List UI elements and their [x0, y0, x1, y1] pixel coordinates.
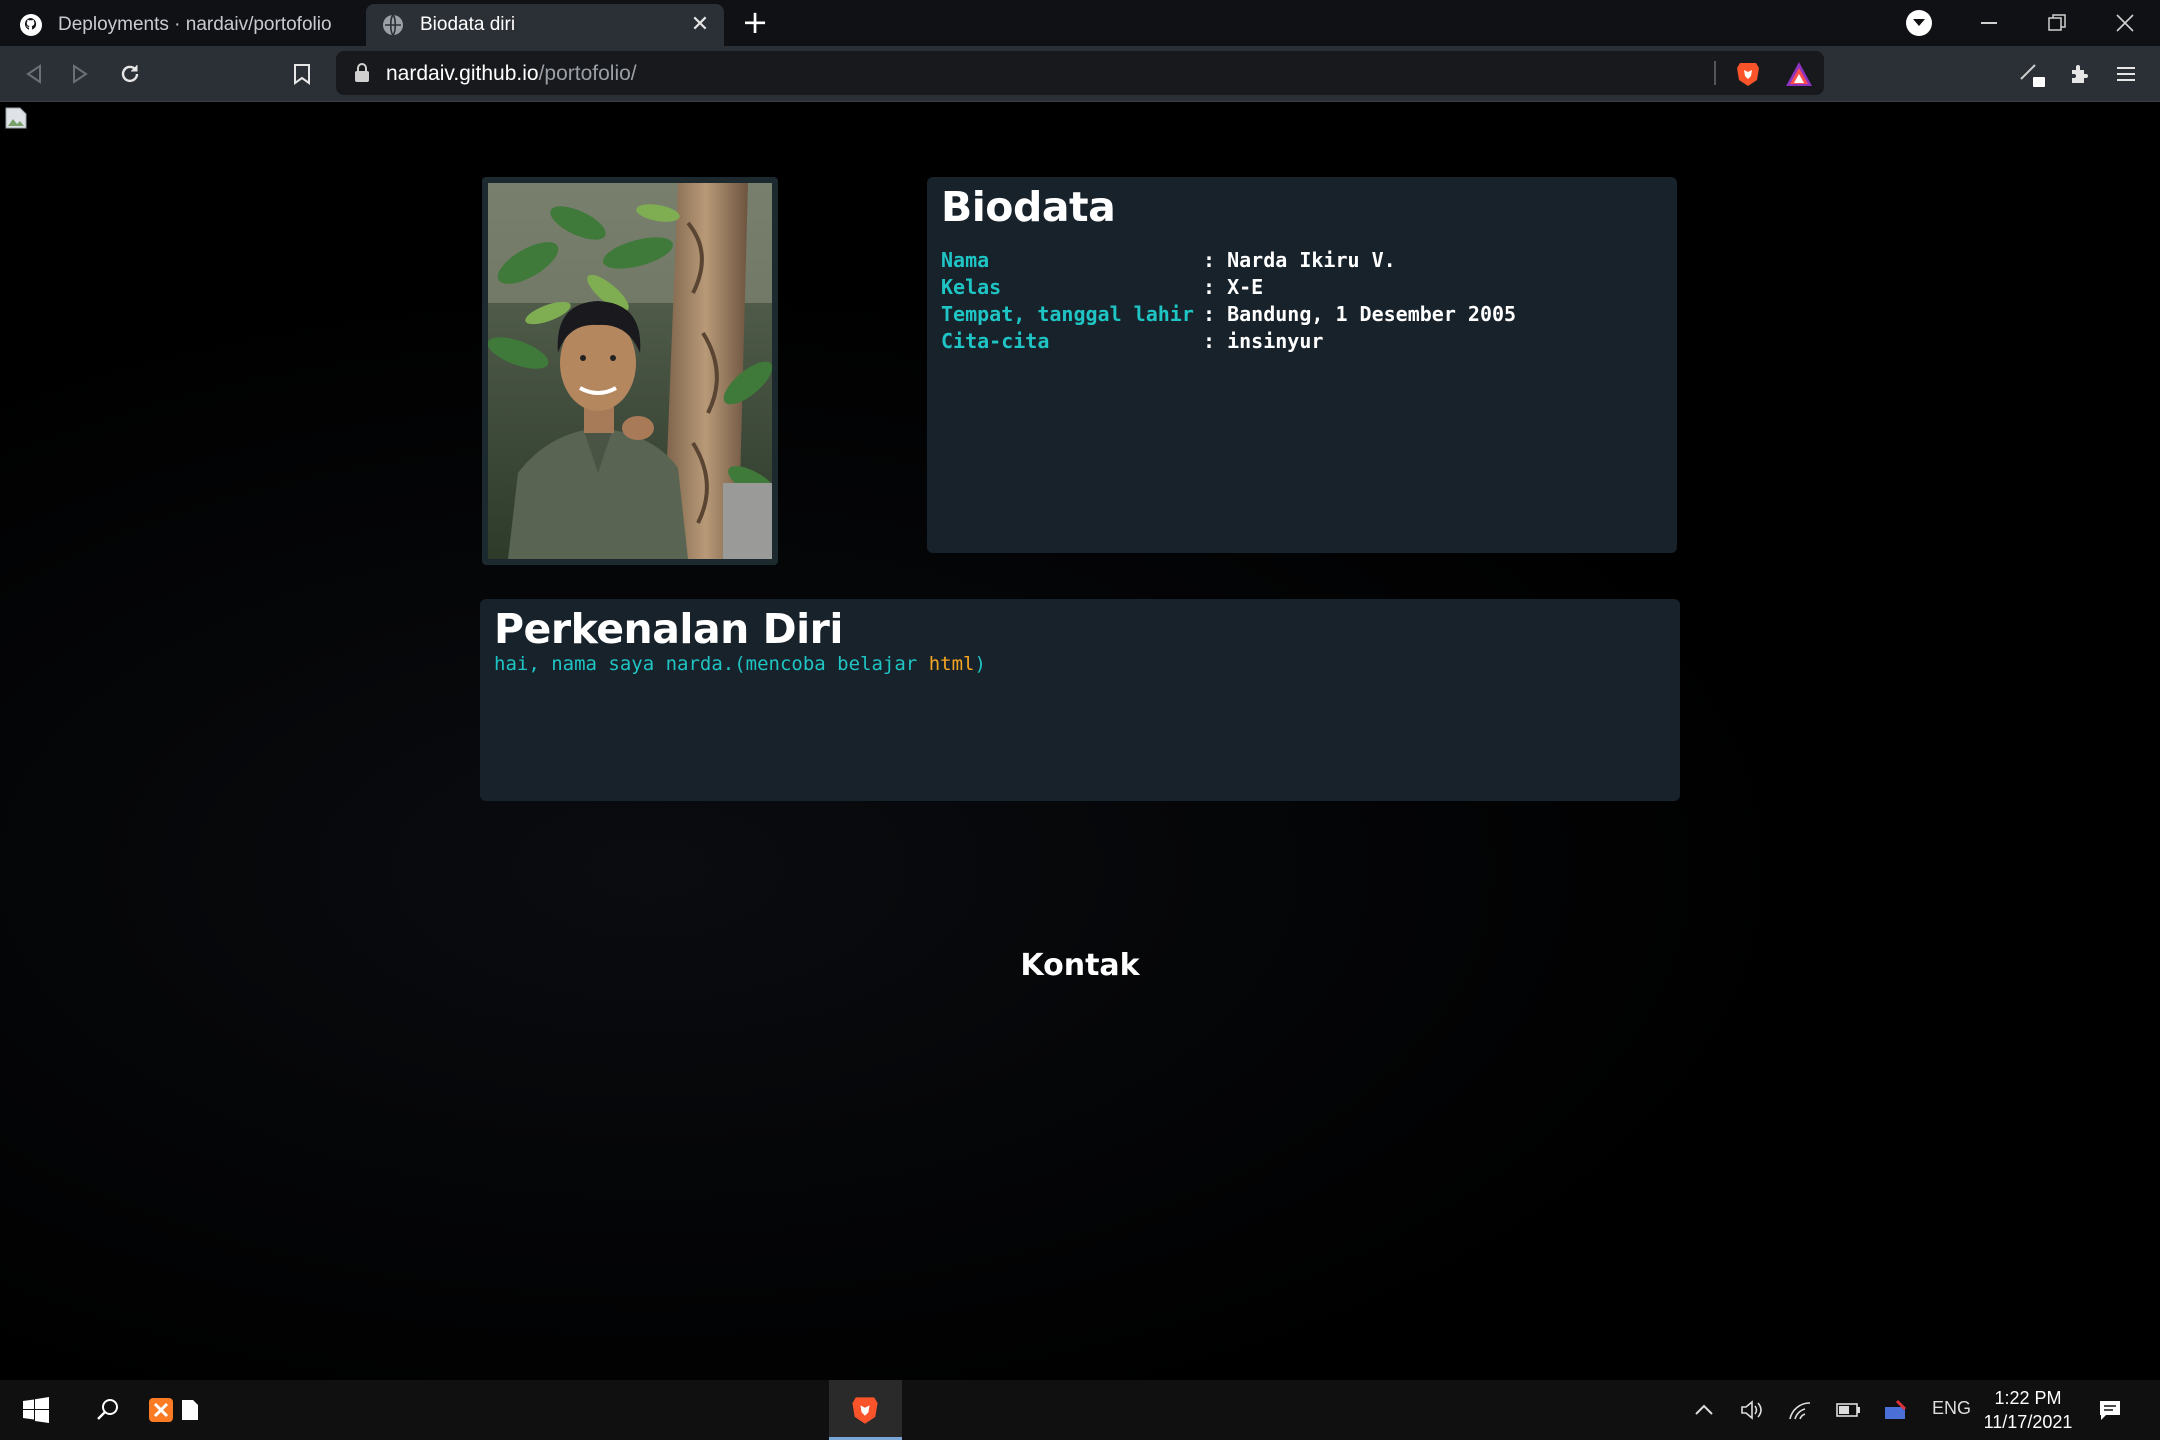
reload-icon[interactable]	[112, 56, 148, 92]
biodata-key: Kelas	[941, 275, 1002, 299]
volume-icon[interactable]	[1734, 1392, 1770, 1428]
new-tab-button[interactable]: +	[738, 6, 772, 40]
tab-biodata-diri[interactable]: Biodata diri ✕	[366, 4, 724, 46]
wifi-icon[interactable]	[1782, 1392, 1818, 1428]
globe-icon	[380, 12, 406, 38]
browser-tab-strip: Deployments · nardaiv/portofolio Biodata…	[0, 0, 2160, 46]
intro-text-highlight: html	[928, 653, 975, 675]
broken-image-icon	[4, 106, 28, 130]
clock-time: 1:22 PM	[1994, 1388, 2062, 1408]
url-path: /portofolio/	[538, 62, 637, 85]
brave-browser-icon	[847, 1392, 883, 1428]
introduction-card: Perkenalan Diri hai, nama saya narda.(me…	[480, 599, 1680, 801]
back-icon[interactable]	[16, 56, 52, 92]
menu-icon[interactable]	[2108, 56, 2144, 92]
network-alert-icon[interactable]	[1878, 1392, 1914, 1428]
windows-start-icon[interactable]	[18, 1392, 54, 1428]
introduction-text: hai, nama saya narda.(mencoba belajar ht…	[494, 653, 986, 675]
github-icon	[18, 12, 44, 38]
restore-icon[interactable]	[2024, 0, 2090, 46]
contact-heading: Kontak	[1020, 948, 1140, 983]
biodata-value: : Bandung, 1 Desember 2005	[1203, 302, 1517, 326]
introduction-title: Perkenalan Diri	[494, 605, 843, 653]
biodata-row-kelas: Kelas : X-E	[941, 274, 1516, 301]
intro-text-part: hai, nama saya narda.(mencoba belajar	[494, 653, 929, 675]
bookmark-icon[interactable]	[284, 56, 320, 92]
profile-photo-frame	[482, 177, 778, 565]
profile-photo	[488, 183, 772, 559]
biodata-row-ttl: Tempat, tanggal lahir : Bandung, 1 Desem…	[941, 301, 1516, 328]
biodata-key: Tempat, tanggal lahir	[941, 302, 1194, 326]
forward-icon[interactable]	[62, 56, 98, 92]
lock-icon	[354, 63, 370, 83]
url-separator	[1714, 61, 1716, 85]
extensions-icon[interactable]	[2062, 56, 2098, 92]
biodata-row-nama: Nama : Narda Ikiru V.	[941, 247, 1516, 274]
biodata-value: : X-E	[1203, 275, 1264, 299]
biodata-key: Nama	[941, 248, 990, 272]
brave-shields-icon[interactable]	[1734, 60, 1762, 88]
address-bar[interactable]: nardaiv.github.io/portofolio/	[336, 51, 1824, 95]
biodata-key: Cita-cita	[941, 329, 1050, 353]
biodata-title: Biodata	[941, 183, 1116, 231]
brave-rewards-icon[interactable]	[1784, 60, 1814, 88]
biodata-row-cita-cita: Cita-cita : insinyur	[941, 328, 1516, 355]
intro-text-part: )	[974, 653, 986, 675]
language-indicator[interactable]: ENG	[1932, 1398, 1971, 1419]
chevron-up-icon[interactable]	[1686, 1392, 1722, 1428]
close-window-icon[interactable]	[2092, 0, 2158, 46]
biodata-card: Biodata Nama : Narda Ikiru V. Kelas : X-…	[927, 177, 1677, 553]
windows-taskbar: ENG 1:22 PM 11/17/2021	[0, 1380, 2160, 1440]
close-tab-icon[interactable]: ✕	[686, 10, 714, 38]
web-page: Biodata Nama : Narda Ikiru V. Kelas : X-…	[0, 102, 2160, 1380]
url-host: nardaiv.github.io	[386, 62, 539, 85]
tab-title: Deployments · nardaiv/portofolio	[58, 14, 332, 35]
biodata-value: : insinyur	[1203, 329, 1324, 353]
wallet-icon[interactable]	[2014, 56, 2050, 92]
file-icon[interactable]	[172, 1392, 208, 1428]
taskbar-brave-button[interactable]	[829, 1380, 902, 1440]
search-icon[interactable]	[90, 1392, 126, 1428]
minimize-icon[interactable]	[1956, 0, 2022, 46]
url-text: nardaiv.github.io/portofolio/	[386, 62, 637, 86]
browser-toolbar: nardaiv.github.io/portofolio/	[0, 46, 2160, 102]
notifications-icon[interactable]	[2092, 1392, 2128, 1428]
clock-date: 11/17/2021	[1983, 1412, 2073, 1432]
clock[interactable]: 1:22 PM 11/17/2021	[1978, 1386, 2078, 1434]
tab-search-icon[interactable]	[1906, 10, 1932, 36]
biodata-table: Nama : Narda Ikiru V. Kelas : X-E Tempat…	[941, 247, 1516, 355]
tab-title: Biodata diri	[420, 14, 516, 35]
battery-icon[interactable]	[1830, 1392, 1866, 1428]
tab-deployments[interactable]: Deployments · nardaiv/portofolio	[4, 4, 360, 46]
biodata-value: : Narda Ikiru V.	[1203, 248, 1396, 272]
